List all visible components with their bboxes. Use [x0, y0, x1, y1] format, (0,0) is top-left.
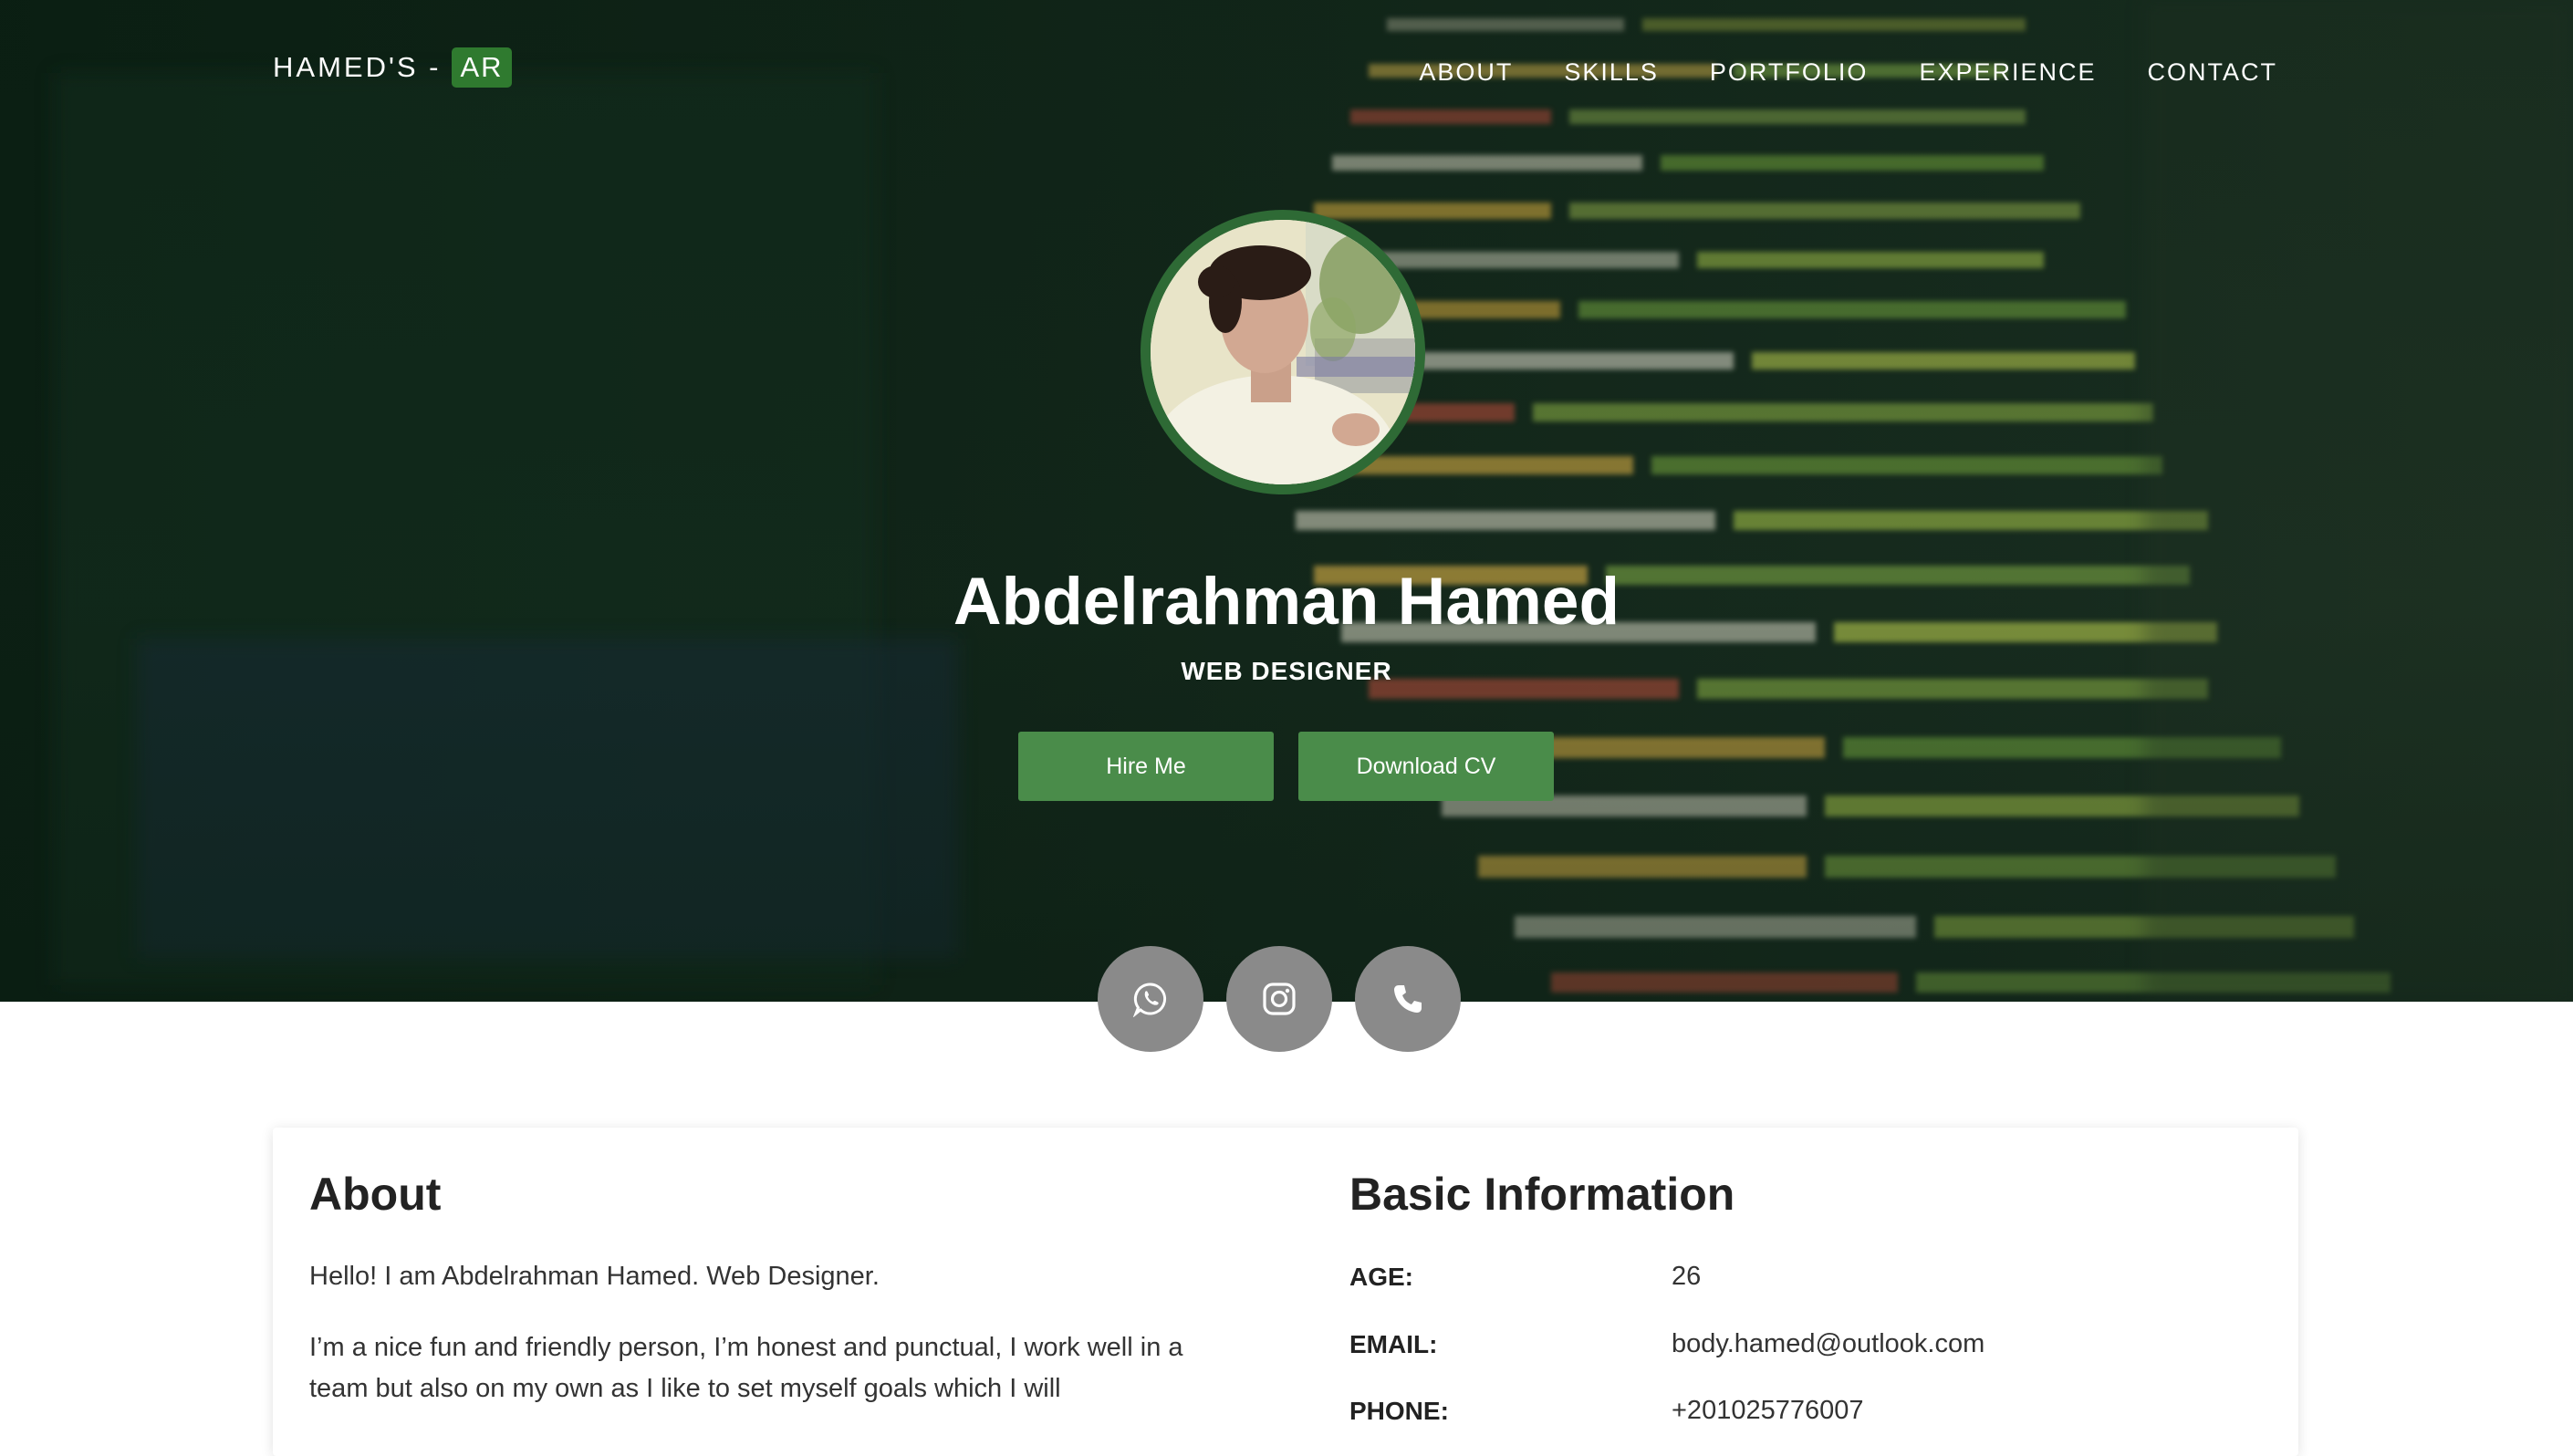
- download-cv-button[interactable]: Download CV: [1298, 732, 1554, 801]
- hero-section: HAMED'S - AR ABOUT SKILLS PORTFOLIO EXPE…: [0, 0, 2573, 1002]
- about-intro: Hello! I am Abdelrahman Hamed. Web Desig…: [309, 1262, 880, 1291]
- nav-link-about[interactable]: ABOUT: [1419, 58, 1513, 87]
- hero-name: Abdelrahman Hamed: [953, 565, 1620, 639]
- age-value: 26: [1672, 1262, 1702, 1291]
- email-label: EMAIL:: [1349, 1330, 1438, 1358]
- whatsapp-icon: [1132, 983, 1167, 1017]
- brand-name: HAMED'S -: [273, 51, 442, 83]
- nav-link-portfolio[interactable]: PORTFOLIO: [1710, 58, 1869, 87]
- nav-link-skills[interactable]: SKILLS: [1564, 58, 1659, 87]
- brand-logo[interactable]: HAMED'S - AR: [273, 47, 512, 88]
- instagram-icon: [1263, 983, 1296, 1015]
- phone-label: PHONE:: [1349, 1397, 1449, 1425]
- phone-value[interactable]: +201025776007: [1672, 1396, 1863, 1426]
- nav-links: ABOUT SKILLS PORTFOLIO EXPERIENCE CONTAC…: [1419, 58, 2277, 87]
- phone-icon: [1394, 985, 1422, 1013]
- whatsapp-button[interactable]: [1098, 946, 1203, 1052]
- hire-me-button[interactable]: Hire Me: [1018, 732, 1274, 801]
- nav-link-experience[interactable]: EXPERIENCE: [1919, 58, 2096, 87]
- about-body: I’m a nice fun and friendly person, I’m …: [309, 1333, 1183, 1403]
- navbar: HAMED'S - AR ABOUT SKILLS PORTFOLIO EXPE…: [0, 0, 2573, 146]
- nav-link-contact[interactable]: CONTACT: [2148, 58, 2278, 87]
- age-label: AGE:: [1349, 1263, 1413, 1291]
- about-title: About: [309, 1169, 442, 1220]
- basic-info-title: Basic Information: [1349, 1169, 1735, 1220]
- profile-photo: [1151, 220, 1415, 484]
- hero-role: WEB DESIGNER: [1181, 657, 1392, 685]
- phone-button[interactable]: [1355, 946, 1461, 1052]
- brand-badge: AR: [452, 47, 512, 88]
- instagram-button[interactable]: [1226, 946, 1332, 1052]
- email-value[interactable]: body.hamed@outlook.com: [1672, 1329, 1984, 1359]
- hero-overlay: [0, 0, 2573, 1002]
- profile-avatar: [1141, 210, 1425, 494]
